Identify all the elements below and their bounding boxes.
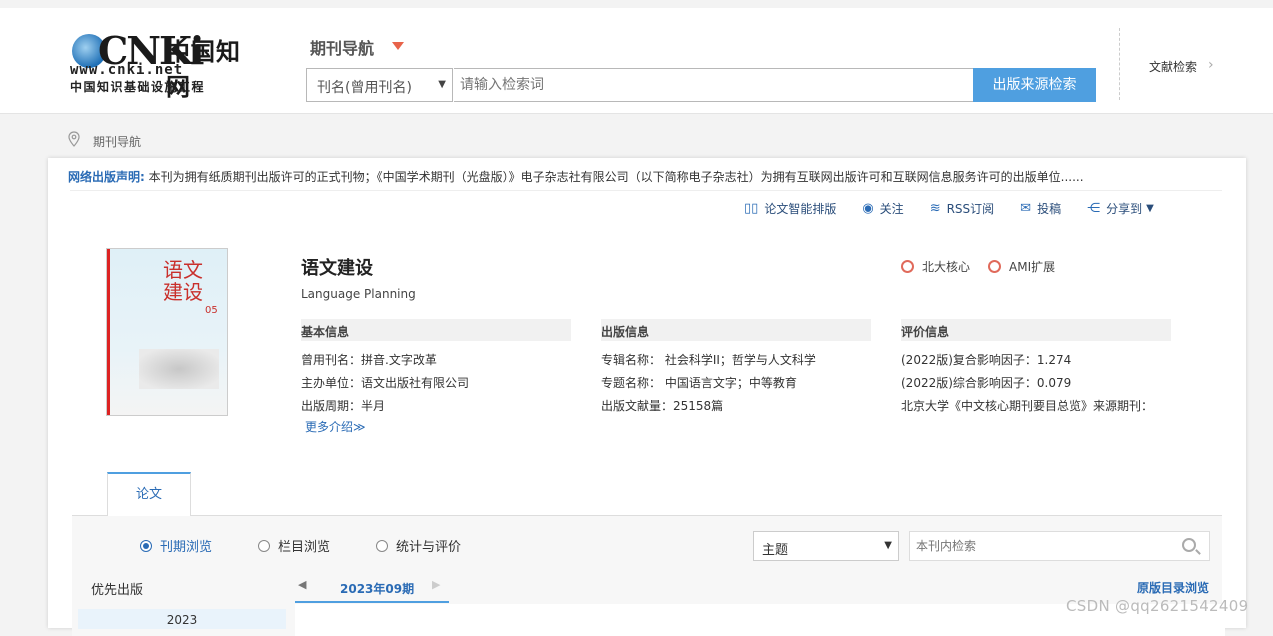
eval-comprehensive-if: (2022版)综合影响因子：0.079 <box>901 376 1072 390</box>
journal-title: 语文建设 <box>301 258 373 279</box>
layout-icon: ▯▯ <box>744 200 759 216</box>
search-input[interactable] <box>454 68 974 102</box>
notice-label: 网络出版声明: <box>68 170 145 184</box>
eval-info-heading: 评价信息 <box>901 319 1171 341</box>
location-pin-icon <box>68 131 80 147</box>
caret-down-icon: ▼ <box>1146 202 1154 214</box>
inner-search-input[interactable] <box>909 531 1210 561</box>
tab-papers[interactable]: 论文 <box>107 472 191 516</box>
medal-icon <box>988 260 1001 273</box>
radio-issue-browse[interactable]: 刊期浏览 <box>140 536 212 555</box>
mail-icon: ✉ <box>1020 200 1032 216</box>
follow-label: 关注 <box>879 201 904 216</box>
chevron-right-icon[interactable]: › <box>1208 57 1214 73</box>
caret-down-icon[interactable] <box>392 42 404 50</box>
pub-topic: 专题名称： 中国语言文字；中等教育 <box>601 376 797 390</box>
watermark: CSDN @qq2621542409 <box>1066 597 1249 615</box>
more-intro-link[interactable]: 更多介绍≫ <box>305 418 366 435</box>
basic-frequency: 出版周期：半月 <box>301 399 386 413</box>
pub-count: 出版文献量：25158篇 <box>601 399 724 413</box>
cover-red-bar <box>107 249 110 415</box>
radio-dot-icon <box>140 539 152 552</box>
radio-label: 刊期浏览 <box>160 540 213 555</box>
nav-title[interactable]: 期刊导航 <box>310 35 374 59</box>
radio-dot-icon <box>376 539 388 552</box>
badge-label: 北大核心 <box>922 260 971 274</box>
journal-panel: 网络出版声明: 本刊为拥有纸质期刊出版许可的正式刊物；《中国学术期刊（光盘版）》… <box>48 158 1246 636</box>
toolbar: ▯▯ 论文智能排版 ◉ 关注 ≋ RSS订阅 ✉ 投稿 ⋲ 分享到 ▼ <box>744 198 1180 218</box>
journal-english-title: Language Planning <box>301 287 416 301</box>
next-issue-icon[interactable]: ▶ <box>432 578 440 591</box>
priority-publish-label[interactable]: 优先出版 <box>91 579 143 598</box>
theme-select[interactable]: 主题 ▼ <box>753 531 899 561</box>
cover-title: 语文建设 <box>163 258 203 304</box>
logo-subtitle: 中国知识基础设施工程 <box>70 80 206 94</box>
rss-icon: ≋ <box>929 200 941 216</box>
share-button[interactable]: ⋲ 分享到 ▼ <box>1087 198 1154 218</box>
cnki-logo[interactable]: CNKi 中国知网 www.cnki.net 中国知识基础设施工程 <box>70 28 260 108</box>
cover-issue: 05 <box>205 305 218 316</box>
prev-issue-icon[interactable]: ◀ <box>298 578 306 591</box>
smart-layout-label: 论文智能排版 <box>764 201 837 216</box>
eval-composite-if: (2022版)复合影响因子：1.274 <box>901 353 1072 367</box>
basic-info-heading: 基本信息 <box>301 319 571 341</box>
literature-search-link[interactable]: 文献检索 <box>1149 58 1197 75</box>
journal-cover[interactable]: 语文建设 05 <box>106 248 228 416</box>
radio-stats-eval[interactable]: 统计与评价 <box>376 536 461 555</box>
theme-value: 主题 <box>762 543 789 558</box>
medal-icon <box>901 260 914 273</box>
submit-button[interactable]: ✉ 投稿 <box>1020 198 1061 218</box>
eye-icon: ◉ <box>862 200 874 216</box>
site-header: CNKi 中国知网 www.cnki.net 中国知识基础设施工程 期刊导航 刊… <box>0 8 1273 114</box>
current-issue[interactable]: 2023年09期 <box>340 580 414 597</box>
browse-panel: 刊期浏览 栏目浏览 统计与评价 主题 ▼ 优先出版 2023 ◀ 2023年09… <box>72 516 1225 636</box>
badge-label: AMI扩展 <box>1009 260 1056 274</box>
radio-column-browse[interactable]: 栏目浏览 <box>258 536 330 555</box>
pub-info-heading: 出版信息 <box>601 319 871 341</box>
chevron-down-icon: ▼ <box>884 540 892 551</box>
pub-series: 专辑名称： 社会科学II；哲学与人文科学 <box>601 353 816 367</box>
cover-ink-image <box>139 349 219 389</box>
chevron-down-icon: ▼ <box>438 79 446 90</box>
publication-notice: 网络出版声明: 本刊为拥有纸质期刊出版许可的正式刊物；《中国学术期刊（光盘版）》… <box>68 168 1084 185</box>
basic-sponsor: 主办单位：语文出版社有限公司 <box>301 376 470 390</box>
share-label: 分享到 <box>1106 201 1143 216</box>
notice-text: 本刊为拥有纸质期刊出版许可的正式刊物；《中国学术期刊（光盘版）》电子杂志社有限公… <box>148 170 1084 184</box>
search-icon[interactable] <box>1182 538 1196 552</box>
radio-dot-icon <box>258 539 270 552</box>
divider <box>1119 28 1120 100</box>
badge-pku-core[interactable]: 北大核心 <box>901 258 970 275</box>
original-toc-link[interactable]: 原版目录浏览 <box>1137 579 1209 596</box>
issue-underline <box>295 601 449 603</box>
divider <box>70 190 1222 191</box>
rss-label: RSS订阅 <box>946 201 995 216</box>
logo-url: www.cnki.net <box>70 62 184 78</box>
search-type-value: 刊名(曾用刊名) <box>317 80 412 96</box>
search-type-select[interactable]: 刊名(曾用刊名) ▼ <box>306 68 453 102</box>
search-button[interactable]: 出版来源检索 <box>973 68 1096 102</box>
top-strip <box>0 0 1273 8</box>
badge-ami[interactable]: AMI扩展 <box>988 258 1055 275</box>
radio-label: 栏目浏览 <box>278 540 331 555</box>
rss-button[interactable]: ≋ RSS订阅 <box>930 198 994 218</box>
basic-former-name: 曾用刊名：拼音.文字改革 <box>301 353 437 367</box>
radio-label: 统计与评价 <box>396 540 462 555</box>
submit-label: 投稿 <box>1037 201 1062 216</box>
breadcrumb[interactable]: 期刊导航 <box>93 133 141 150</box>
share-icon: ⋲ <box>1087 200 1101 216</box>
smart-layout-button[interactable]: ▯▯ 论文智能排版 <box>744 198 836 218</box>
eval-pku-source: 北京大学《中文核心期刊要目总览》来源期刊： <box>901 399 1154 413</box>
follow-button[interactable]: ◉ 关注 <box>862 198 903 218</box>
year-item[interactable]: 2023 <box>78 609 286 629</box>
